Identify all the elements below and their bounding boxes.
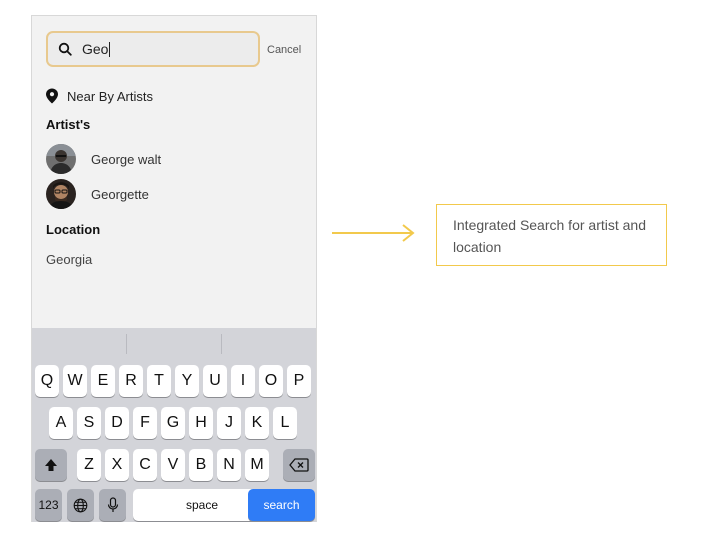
key-f[interactable]: F [133,407,157,439]
key-m[interactable]: M [245,449,269,481]
key-d[interactable]: D [105,407,129,439]
on-screen-keyboard: Q W E R T Y U I O P A S D F G H J K L Z … [32,328,316,522]
search-key[interactable]: search [248,489,315,521]
microphone-icon [107,497,118,512]
cancel-button[interactable]: Cancel [267,44,301,56]
phone-screen: Geo Cancel Near By Artists Artist's Geor… [31,15,317,522]
key-p[interactable]: P [287,365,311,397]
key-x[interactable]: X [105,449,129,481]
suggestion-divider [126,334,127,354]
key-r[interactable]: R [119,365,143,397]
numbers-key[interactable]: 123 [35,489,62,521]
key-u[interactable]: U [203,365,227,397]
near-by-artists-link[interactable]: Near By Artists [45,88,153,104]
key-q[interactable]: Q [35,365,59,397]
key-c[interactable]: C [133,449,157,481]
key-w[interactable]: W [63,365,87,397]
key-j[interactable]: J [217,407,241,439]
key-z[interactable]: Z [77,449,101,481]
backspace-icon [289,458,309,472]
globe-key[interactable] [67,489,94,521]
key-h[interactable]: H [189,407,213,439]
key-n[interactable]: N [217,449,241,481]
shift-key[interactable] [35,449,67,481]
key-a[interactable]: A [49,407,73,439]
near-by-artists-label: Near By Artists [67,88,153,104]
key-v[interactable]: V [161,449,185,481]
key-s[interactable]: S [77,407,101,439]
arrow-right-icon [332,224,415,242]
key-o[interactable]: O [259,365,283,397]
key-l[interactable]: L [273,407,297,439]
artist-name: Georgette [91,186,149,202]
key-k[interactable]: K [245,407,269,439]
key-t[interactable]: T [147,365,171,397]
shift-arrow-icon [45,459,57,471]
avatar [46,179,76,209]
artists-section-title: Artist's [46,117,91,132]
backspace-key[interactable] [283,449,315,481]
artist-name: George walt [91,151,162,167]
key-y[interactable]: Y [175,365,199,397]
key-i[interactable]: I [231,365,255,397]
annotation-callout: Integrated Search for artist and locatio… [436,204,667,266]
dictation-key[interactable] [99,489,126,521]
text-caret [109,41,111,57]
key-b[interactable]: B [189,449,213,481]
search-query: Geo [82,41,109,57]
key-g[interactable]: G [161,407,185,439]
search-input[interactable]: Geo [46,31,260,67]
avatar [46,144,76,174]
location-pin-icon [46,88,58,104]
location-result-georgia[interactable]: Georgia [46,252,92,267]
artist-result-georgette[interactable]: Georgette [46,179,149,209]
search-icon [58,42,72,56]
artist-result-george-walt[interactable]: George walt [46,144,161,174]
globe-icon [73,498,88,512]
location-section-title: Location [46,222,101,237]
key-e[interactable]: E [91,365,115,397]
suggestion-divider [221,334,222,354]
